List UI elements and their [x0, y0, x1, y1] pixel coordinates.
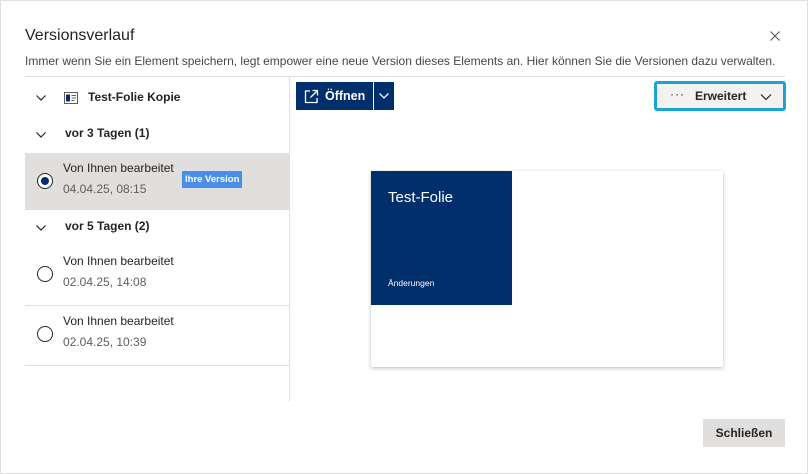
version-list: Test-Folie Kopie vor 3 Tagen (1) Von Ihn… [25, 77, 289, 366]
chevron-down-icon[interactable] [35, 221, 47, 233]
slide-title-box: Test-Folie Änderungen [371, 171, 512, 305]
version-radio[interactable] [37, 326, 53, 342]
version-author: Von Ihnen bearbeitet [63, 254, 174, 268]
version-author: Von Ihnen bearbeitet [63, 161, 174, 175]
chevron-down-icon[interactable] [35, 91, 47, 103]
version-history-dialog: Versionsverlauf Immer wenn Sie ein Eleme… [0, 0, 808, 474]
file-name: Test-Folie Kopie [88, 90, 181, 104]
dialog-description: Immer wenn Sie ein Element speichern, le… [25, 54, 776, 68]
group-label: vor 5 Tagen (2) [65, 219, 150, 233]
chevron-down-icon [379, 93, 389, 99]
group-header-3-days[interactable]: vor 3 Tagen (1) [25, 117, 289, 153]
open-external-icon [304, 89, 319, 104]
chevron-down-icon [760, 94, 772, 101]
group-header-5-days[interactable]: vor 5 Tagen (2) [25, 210, 289, 246]
version-item[interactable]: Von Ihnen bearbeitet 04.04.25, 08:15 Ihr… [25, 153, 289, 210]
chevron-down-icon[interactable] [35, 128, 47, 140]
version-author: Von Ihnen bearbeitet [63, 314, 174, 328]
your-version-badge: Ihre Version [182, 171, 243, 188]
file-row[interactable]: Test-Folie Kopie [25, 77, 289, 117]
close-icon[interactable] [765, 26, 785, 46]
slide-preview: Test-Folie Änderungen [371, 171, 723, 367]
advanced-button[interactable]: ··· Erweitert [654, 81, 786, 111]
version-date: 02.04.25, 14:08 [63, 275, 147, 289]
open-button-label: Öffnen [325, 89, 366, 103]
version-item[interactable]: Von Ihnen bearbeitet 02.04.25, 10:39 [25, 306, 289, 366]
version-radio[interactable] [37, 173, 53, 189]
slide-title: Test-Folie [388, 189, 454, 206]
slide-subtitle: Änderungen [388, 278, 435, 288]
slide-file-icon [64, 91, 78, 104]
advanced-button-label: Erweitert [695, 89, 747, 103]
version-radio[interactable] [37, 266, 53, 282]
close-button[interactable]: Schließen [703, 419, 785, 447]
dialog-title: Versionsverlauf [25, 27, 135, 44]
open-dropdown-button[interactable] [374, 82, 394, 110]
version-date: 04.04.25, 08:15 [63, 182, 147, 196]
more-icon: ··· [670, 87, 685, 101]
version-date: 02.04.25, 10:39 [63, 335, 147, 349]
pane-divider [289, 77, 290, 402]
group-label: vor 3 Tagen (1) [65, 126, 150, 140]
version-item[interactable]: Von Ihnen bearbeitet 02.04.25, 14:08 [25, 246, 289, 306]
open-button[interactable]: Öffnen [296, 82, 373, 110]
